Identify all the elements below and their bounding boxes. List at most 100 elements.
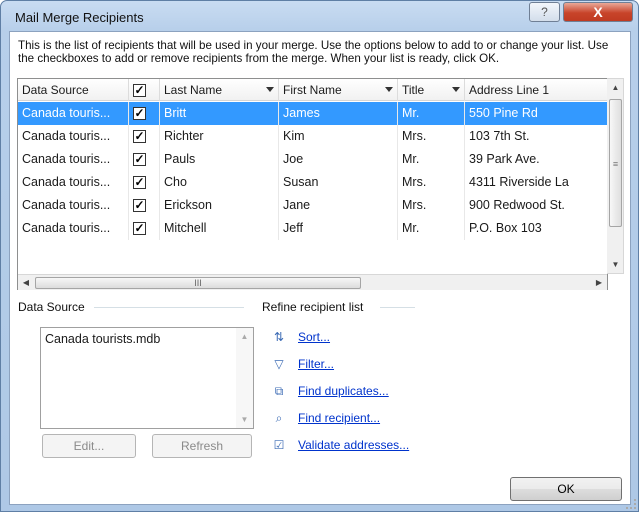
cell-last-name: Erickson [160, 194, 279, 217]
cell-last-name: Pauls [160, 148, 279, 171]
include-checkbox[interactable]: ✓ [133, 130, 146, 143]
data-source-label: Data Source [18, 300, 85, 314]
help-icon: ? [541, 5, 548, 19]
cell-checkbox: ✓ [129, 194, 160, 217]
scroll-left-icon[interactable]: ◀ [18, 275, 34, 291]
table-row[interactable]: Canada touris... ✓ Richter Kim Mrs. 103 … [18, 125, 607, 148]
cell-last-name: Mitchell [160, 217, 279, 240]
table-row[interactable]: Canada touris... ✓ Cho Susan Mrs. 4311 R… [18, 171, 607, 194]
find-duplicates-link[interactable]: Find duplicates... [298, 384, 389, 398]
title-bar[interactable]: Mail Merge Recipients ? X [1, 1, 638, 31]
sort-icon: ⇅ [273, 330, 285, 344]
cell-first-name: Jeff [279, 217, 398, 240]
refine-recipient-list-label: Refine recipient list [262, 300, 364, 314]
sort-link[interactable]: Sort... [298, 330, 330, 344]
dialog-title: Mail Merge Recipients [15, 10, 144, 25]
include-checkbox[interactable]: ✓ [133, 222, 146, 235]
validate-addresses-icon: ☑ [273, 438, 285, 452]
cell-first-name: Jane [279, 194, 398, 217]
refresh-button[interactable]: Refresh [152, 434, 252, 458]
cell-address: 103 7th St. [465, 125, 607, 148]
scroll-down-icon[interactable]: ▼ [607, 256, 624, 273]
cell-address: 550 Pine Rd [465, 102, 607, 125]
find-recipient-icon: ⌕ [275, 411, 283, 425]
list-item[interactable]: Canada tourists.mdb [45, 332, 160, 346]
scroll-down-icon: ▼ [240, 415, 249, 424]
divider [94, 307, 244, 308]
table-row[interactable]: Canada touris... ✓ Pauls Joe Mr. 39 Park… [18, 148, 607, 171]
cell-last-name: Richter [160, 125, 279, 148]
cell-first-name: Joe [279, 148, 398, 171]
cell-data-source: Canada touris... [18, 217, 129, 240]
scroll-thumb[interactable]: III [35, 277, 361, 289]
cell-last-name: Britt [160, 102, 279, 125]
find-recipient-link[interactable]: Find recipient... [298, 411, 380, 425]
cell-address: P.O. Box 103 [465, 217, 607, 240]
cell-data-source: Canada touris... [18, 102, 129, 125]
table-row[interactable]: Canada touris... ✓ Britt James Mr. 550 P… [18, 102, 607, 125]
cell-address: 4311 Riverside La [465, 171, 607, 194]
cell-checkbox: ✓ [129, 125, 160, 148]
cell-title: Mr. [398, 102, 465, 125]
cell-first-name: James [279, 102, 398, 125]
instructions-text: This is the list of recipients that will… [18, 39, 609, 65]
scroll-thumb[interactable]: ≡ [609, 99, 622, 227]
table-vertical-scrollbar[interactable]: ▲ ≡ ▼ [607, 78, 624, 274]
validate-addresses-link[interactable]: Validate addresses... [298, 438, 409, 452]
ok-button[interactable]: OK [510, 477, 622, 501]
divider [380, 307, 415, 308]
chevron-down-icon[interactable] [452, 87, 460, 92]
column-header-data-source[interactable]: Data Source [18, 79, 129, 101]
cell-data-source: Canada touris... [18, 125, 129, 148]
column-header-checkbox[interactable]: ✓ [129, 79, 160, 101]
dialog-window: Mail Merge Recipients ? X This is the li… [0, 0, 639, 512]
scroll-up-icon: ▲ [240, 332, 249, 341]
scroll-up-icon[interactable]: ▲ [607, 79, 624, 96]
include-checkbox[interactable]: ✓ [133, 153, 146, 166]
table-header: Data Source ✓ Last Name First Name Title… [18, 79, 607, 101]
resize-grip-icon[interactable] [626, 499, 636, 509]
cell-checkbox: ✓ [129, 171, 160, 194]
cell-checkbox: ✓ [129, 102, 160, 125]
select-all-checkbox[interactable]: ✓ [133, 84, 146, 97]
recipients-table[interactable]: Data Source ✓ Last Name First Name Title… [17, 78, 608, 290]
filter-link[interactable]: Filter... [298, 357, 334, 371]
filter-icon: ▽ [274, 357, 284, 371]
scroll-right-icon[interactable]: ▶ [591, 275, 607, 291]
find-duplicates-icon: ⧉ [274, 384, 284, 398]
include-checkbox[interactable]: ✓ [133, 107, 146, 120]
cell-title: Mrs. [398, 171, 465, 194]
column-header-last-name[interactable]: Last Name [160, 79, 279, 101]
dialog-client-area: This is the list of recipients that will… [9, 31, 631, 505]
table-horizontal-scrollbar[interactable]: ◀ III ▶ [18, 274, 607, 290]
chevron-down-icon[interactable] [385, 87, 393, 92]
close-icon: X [593, 4, 603, 20]
cell-title: Mr. [398, 217, 465, 240]
include-checkbox[interactable]: ✓ [133, 176, 146, 189]
cell-data-source: Canada touris... [18, 171, 129, 194]
table-row[interactable]: Canada touris... ✓ Mitchell Jeff Mr. P.O… [18, 217, 607, 240]
chevron-down-icon[interactable] [266, 87, 274, 92]
cell-title: Mrs. [398, 194, 465, 217]
cell-first-name: Susan [279, 171, 398, 194]
cell-title: Mrs. [398, 125, 465, 148]
column-header-first-name[interactable]: First Name [279, 79, 398, 101]
list-scrollbar: ▲ ▼ [236, 328, 253, 428]
cell-checkbox: ✓ [129, 217, 160, 240]
cell-address: 900 Redwood St. [465, 194, 607, 217]
data-source-list[interactable]: Canada tourists.mdb ▲ ▼ [40, 327, 254, 429]
help-button[interactable]: ? [529, 2, 560, 22]
cell-first-name: Kim [279, 125, 398, 148]
cell-last-name: Cho [160, 171, 279, 194]
close-button[interactable]: X [563, 2, 633, 22]
edit-button[interactable]: Edit... [42, 434, 136, 458]
column-header-title[interactable]: Title [398, 79, 465, 101]
cell-data-source: Canada touris... [18, 194, 129, 217]
include-checkbox[interactable]: ✓ [133, 199, 146, 212]
column-header-address-line-1[interactable]: Address Line 1 [465, 79, 607, 101]
cell-data-source: Canada touris... [18, 148, 129, 171]
cell-address: 39 Park Ave. [465, 148, 607, 171]
cell-checkbox: ✓ [129, 148, 160, 171]
table-row[interactable]: Canada touris... ✓ Erickson Jane Mrs. 90… [18, 194, 607, 217]
cell-title: Mr. [398, 148, 465, 171]
